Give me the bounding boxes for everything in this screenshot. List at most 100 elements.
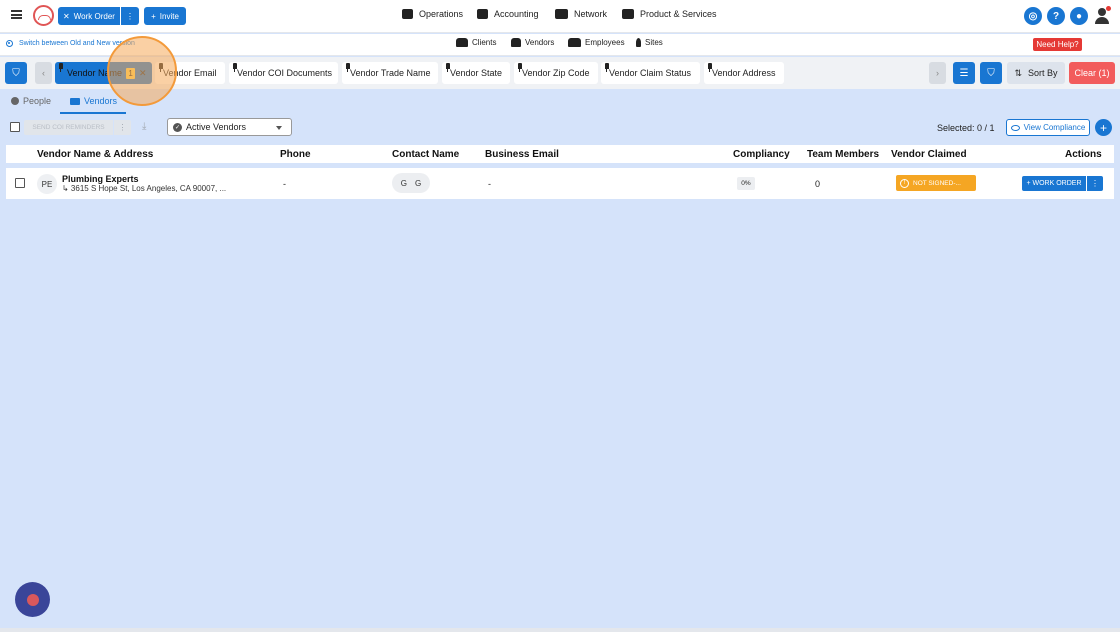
warning-icon: ! (900, 178, 909, 188)
filter-toggle-icon[interactable]: ⛉ (5, 62, 27, 84)
row-checkbox[interactable] (15, 178, 25, 188)
vendor-avatar: PE (37, 174, 57, 194)
sub-bar: Switch between Old and New version Clien… (0, 34, 1120, 56)
send-coi-reminders-button[interactable]: SEND COI REMINDERS (24, 120, 113, 135)
contact-initial: G (400, 178, 407, 188)
menu-icon[interactable] (11, 10, 22, 19)
filter-chip-vendor-claim-status[interactable]: Vendor Claim Status (601, 62, 700, 84)
pin-icon (59, 63, 63, 72)
table-row[interactable]: PE Plumbing Experts ↳ 3615 S Hope St, Lo… (6, 168, 1114, 199)
add-work-order-button[interactable]: + WORK ORDER (1022, 176, 1086, 191)
columns-settings-icon[interactable]: ☰ (953, 62, 975, 84)
header-vendor-claimed[interactable]: Vendor Claimed (891, 149, 967, 160)
table-header: Vendor Name & Address Phone Contact Name… (6, 145, 1114, 163)
header-team-members[interactable]: Team Members (807, 149, 879, 160)
subnav-employees[interactable]: Employees (568, 38, 625, 47)
pin-icon (233, 63, 237, 72)
person-icon (11, 97, 19, 105)
employees-icon (568, 38, 581, 47)
tab-people[interactable]: People (11, 96, 51, 106)
vendor-hat-icon (511, 38, 521, 47)
pin-icon (636, 38, 641, 47)
filter-chip-vendor-address[interactable]: Vendor Address (704, 62, 784, 84)
bottom-strip (0, 628, 1120, 632)
close-icon[interactable]: ✕ (139, 68, 147, 79)
add-vendor-button[interactable]: + (1095, 119, 1112, 136)
need-help-button[interactable]: Need Help? (1033, 38, 1082, 51)
team-members-count: 0 (815, 179, 821, 189)
inbox-icon (477, 9, 488, 19)
header-business-email[interactable]: Business Email (485, 149, 559, 160)
vendor-claimed-badge[interactable]: ! NOT SIGNED-... (896, 175, 976, 191)
chevron-left-icon[interactable]: ‹ (35, 62, 52, 84)
filter-chip-vendor-zip-code[interactable]: Vendor Zip Code (514, 62, 598, 84)
filter-chip-vendor-email[interactable]: Vendor Email (155, 62, 225, 84)
filter-chip-vendor-trade-name[interactable]: Vendor Trade Name (342, 62, 438, 84)
pin-icon (518, 63, 522, 72)
vendor-name[interactable]: Plumbing Experts (62, 174, 139, 184)
work-order-button[interactable]: ✕ Work Order (58, 7, 120, 25)
help-icon[interactable]: ? (1047, 7, 1065, 25)
invite-button[interactable]: + Invite (144, 7, 186, 25)
subnav-clients[interactable]: Clients (456, 38, 496, 47)
nav-product-services[interactable]: Product & Services (622, 9, 717, 19)
app-logo[interactable] (33, 5, 54, 26)
plus-icon: + (151, 11, 156, 21)
header-actions: Actions (1065, 149, 1102, 160)
contact-avatars[interactable]: G G (392, 173, 430, 193)
wrench-icon: ✕ (63, 11, 70, 21)
check-circle-icon: ✓ (173, 122, 182, 132)
clear-filters-button[interactable]: Clear (1) (1069, 62, 1115, 84)
selected-count: Selected: 0 / 1 (937, 123, 995, 133)
pin-icon (159, 63, 163, 72)
filter-chip-vendor-name[interactable]: Vendor Name 1 ✕ (55, 62, 152, 84)
work-order-more-button[interactable]: ⋮ (121, 7, 139, 25)
nav-network[interactable]: Network (555, 9, 607, 19)
header-compliancy[interactable]: Compliancy (733, 149, 790, 160)
pin-icon (605, 63, 609, 72)
chevron-down-icon (276, 126, 282, 130)
compliancy-badge: 0% (737, 177, 755, 190)
action-row: SEND COI REMINDERS ⋮ ⤓ ✓ Active Vendors … (0, 115, 1120, 141)
truck-icon (70, 97, 80, 105)
top-bar: ✕ Work Order ⋮ + Invite Operations Accou… (0, 0, 1120, 33)
briefcase-icon (622, 9, 634, 19)
eye-icon (1010, 124, 1020, 131)
contact-initial: G (415, 178, 422, 188)
select-all-checkbox[interactable] (10, 122, 20, 132)
pin-icon (346, 63, 350, 72)
compass-icon[interactable]: ◎ (1024, 7, 1042, 25)
top-right-icons: ◎ ? ● (1024, 6, 1111, 25)
chat-icon[interactable]: ● (1070, 7, 1088, 25)
subnav-vendors[interactable]: Vendors (511, 38, 554, 47)
chevron-right-icon[interactable]: › (929, 62, 946, 84)
subnav-sites[interactable]: Sites (636, 38, 663, 47)
pin-icon (446, 63, 450, 72)
tab-underline (60, 112, 126, 114)
sort-by-button[interactable]: ⇅ Sort By (1007, 62, 1065, 84)
vendor-email: - (488, 179, 491, 189)
filter-chip-vendor-coi-documents[interactable]: Vendor COI Documents (229, 62, 338, 84)
header-contact-name[interactable]: Contact Name (392, 149, 459, 160)
filter-count-badge: 1 (126, 67, 136, 79)
vendor-status-select[interactable]: ✓ Active Vendors (167, 118, 292, 136)
notification-dot (1106, 6, 1111, 11)
header-vendor-name[interactable]: Vendor Name & Address (37, 149, 153, 160)
view-compliance-button[interactable]: View Compliance (1006, 119, 1090, 136)
add-filter-icon[interactable]: ⛉ (980, 62, 1002, 84)
nav-accounting[interactable]: Accounting (477, 9, 539, 19)
tabs-row: People Vendors (0, 90, 1120, 114)
vendor-phone: - (283, 179, 286, 189)
row-more-button[interactable]: ⋮ (1087, 176, 1103, 191)
assistant-fab-button[interactable] (15, 582, 50, 617)
header-phone[interactable]: Phone (280, 149, 311, 160)
tab-vendors[interactable]: Vendors (70, 96, 117, 106)
clients-icon (456, 38, 468, 47)
send-reminders-more-button[interactable]: ⋮ (114, 120, 131, 135)
filter-chip-vendor-state[interactable]: Vendor State (442, 62, 510, 84)
nav-operations[interactable]: Operations (402, 9, 463, 19)
radio-icon (6, 40, 13, 47)
switch-version-link[interactable]: Switch between Old and New version (6, 40, 135, 47)
download-icon[interactable]: ⤓ (142, 121, 146, 132)
user-avatar-icon[interactable] (1093, 6, 1111, 25)
